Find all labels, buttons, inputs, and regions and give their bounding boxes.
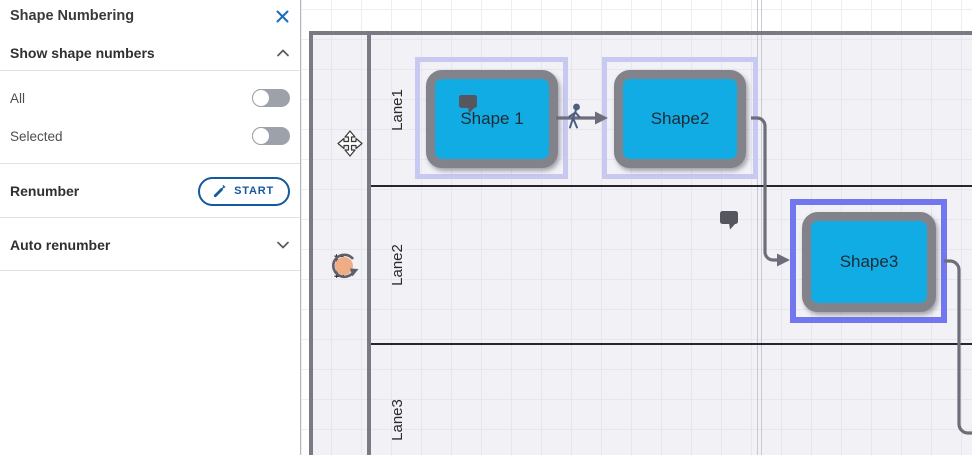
renumber-label: Renumber — [10, 183, 79, 199]
shape-node-2[interactable]: Shape2 — [614, 70, 746, 168]
auto-renumber-section[interactable]: Auto renumber — [0, 234, 300, 256]
all-label: All — [10, 91, 25, 106]
pool-title-label[interactable]: test — [329, 216, 349, 316]
app-window: Shape Numbering Show shape numbers All S… — [0, 0, 972, 455]
selected-toggle[interactable] — [252, 127, 290, 145]
pool-border-top[interactable] — [309, 31, 972, 35]
shape-numbering-panel: Shape Numbering Show shape numbers All S… — [0, 0, 300, 455]
all-toggle[interactable] — [252, 89, 290, 107]
lane-label-3[interactable]: Lane3 — [387, 370, 407, 455]
toggle-row-selected: Selected — [0, 126, 300, 146]
shape-node-1[interactable]: Shape 1 — [426, 70, 558, 168]
magic-wand-icon — [212, 184, 227, 199]
page-break-line — [761, 0, 762, 455]
divider — [0, 217, 300, 218]
lane-label-2[interactable]: Lane2 — [387, 215, 407, 315]
chevron-up-icon[interactable] — [276, 48, 290, 58]
toggle-knob — [252, 89, 270, 107]
show-shape-numbers-section[interactable]: Show shape numbers — [0, 42, 300, 64]
lane-divider-2[interactable] — [371, 343, 972, 345]
lane-divider-1[interactable] — [371, 185, 972, 187]
start-renumber-button[interactable]: START — [198, 177, 290, 206]
shape-label: Shape 1 — [460, 109, 523, 129]
lane-label-1[interactable]: Lane1 — [387, 60, 407, 160]
show-shape-numbers-label: Show shape numbers — [10, 45, 155, 61]
toggle-knob — [252, 127, 270, 145]
chevron-down-icon[interactable] — [276, 240, 290, 250]
start-button-label: START — [234, 185, 274, 197]
divider — [0, 270, 300, 271]
divider — [0, 163, 300, 164]
shape-node-3[interactable]: Shape3 — [802, 212, 936, 312]
close-icon[interactable] — [275, 9, 290, 24]
shape-label: Shape2 — [651, 109, 710, 129]
auto-renumber-label: Auto renumber — [10, 237, 110, 253]
panel-title: Shape Numbering — [10, 8, 134, 24]
diagram-canvas[interactable]: test Lane1 Lane2 Lane3 Shape 1 Shape2 Sh… — [300, 0, 972, 455]
toggle-row-all: All — [0, 88, 300, 108]
renumber-row: Renumber START — [0, 176, 300, 206]
pool-header-divider[interactable] — [367, 35, 371, 455]
selected-label: Selected — [10, 129, 63, 144]
divider — [0, 70, 300, 71]
shape-label: Shape3 — [840, 252, 899, 272]
pool-border-left[interactable] — [309, 31, 313, 455]
